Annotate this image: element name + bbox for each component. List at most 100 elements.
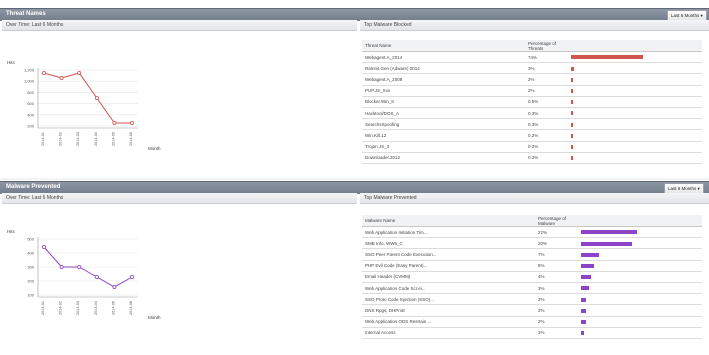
table-subtitle: Top Malware Blocked — [364, 22, 412, 28]
row-bar-cell — [578, 260, 702, 272]
percentage-bar — [581, 263, 594, 268]
row-name: Trojan.JS_3 — [362, 141, 525, 153]
percentage-bar — [571, 111, 573, 116]
table-row[interactable]: SearchsSpoofing 0.3% — [362, 118, 702, 131]
y-tick-label: 1,000 — [24, 79, 35, 84]
row-bar-cell — [578, 248, 702, 261]
x-tick-label: 2014-04 — [94, 132, 98, 146]
percentage-bar — [571, 88, 573, 93]
row-percentage: 0.2% — [525, 129, 568, 142]
table-row[interactable]: Web Application Initiation Tim... 22% — [362, 226, 702, 239]
col-header-bar — [578, 215, 702, 227]
threat-names-panel: Threat Names Last 6 Months ▾ Over Time: … — [0, 8, 709, 178]
x-tick-label: 2014-06 — [129, 132, 133, 146]
table-subtitle: Top Malware Prevented — [364, 195, 417, 201]
col-header-name: Threat Name — [362, 40, 525, 52]
data-point — [112, 121, 117, 126]
row-name: Win.Kill.12 — [362, 129, 525, 142]
data-point — [42, 244, 47, 249]
data-point — [94, 96, 99, 101]
percentage-bar — [571, 144, 573, 149]
panel-divider — [0, 178, 709, 180]
row-percentage: 2% — [535, 316, 578, 328]
row-name: SMB Info, WW6_C — [362, 237, 535, 250]
table-row[interactable]: Trojan.JS_3 0.2% — [362, 141, 702, 153]
data-point — [77, 70, 82, 75]
table-row[interactable]: Web Application ODS Restrain ... 2% — [362, 316, 702, 328]
table-row[interactable]: Webagent.A_2008 2% — [362, 73, 702, 86]
chart-subtitle: Over Time: Last 6 Months — [6, 195, 64, 201]
table-row[interactable]: SSO Proto Code Injection (SSO)... 2% — [362, 293, 702, 306]
percentage-bar — [571, 156, 573, 161]
table-row[interactable]: SSO Peer Parent Code Execution... 7% — [362, 248, 702, 261]
table-row[interactable]: Win.Kill.12 0.2% — [362, 129, 702, 142]
y-tick-label: 300 — [27, 265, 34, 270]
row-bar-cell — [568, 141, 702, 153]
percentage-bar — [581, 331, 584, 336]
row-bar-cell — [568, 51, 702, 64]
percentage-bar — [581, 241, 632, 246]
row-percentage: 2% — [525, 85, 568, 97]
row-percentage: 1% — [535, 327, 578, 339]
y-tick-label: 200 — [27, 124, 34, 129]
row-percentage: 0.5% — [525, 96, 568, 108]
table-row[interactable]: SMB Info, WW6_C 20% — [362, 237, 702, 250]
row-bar-cell — [568, 73, 702, 86]
percentage-bar — [571, 55, 643, 60]
series-line — [43, 72, 132, 124]
percentage-bar — [581, 286, 589, 291]
row-percentage: 0.2% — [525, 152, 568, 164]
row-percentage: 5% — [535, 260, 578, 272]
malware-line-chart: Hits 500 400 300 200 100 2014-01 2014-02 2014-03… — [7, 229, 161, 320]
table-row[interactable]: PHP Evil Code (Easy Parent)... 5% — [362, 260, 702, 272]
y-tick-label: 500 — [27, 237, 34, 242]
col-header-bar — [568, 40, 702, 52]
row-name: SearchsSpoofing — [362, 118, 525, 131]
table-row[interactable]: PUP.JS_Xxx 2% — [362, 85, 702, 97]
row-bar-cell — [578, 237, 702, 250]
row-name: Web Application ODS Restrain ... — [362, 316, 535, 328]
table-row[interactable]: Internal Access 1% — [362, 327, 702, 339]
threat-table: Threat Name Percentage of Threats Webage… — [362, 40, 702, 164]
table-row[interactable]: Blocker.Win_8 0.5% — [362, 96, 702, 108]
malware-table: Malware Name Percentage of Malware Web A… — [362, 215, 702, 339]
row-name: DNS Rpgs, DHPrxE — [362, 304, 535, 317]
row-percentage: 0.3% — [525, 118, 568, 131]
row-bar-cell — [568, 107, 702, 120]
row-name: PUP.JS_Xxx — [362, 85, 525, 97]
row-bar-cell — [578, 304, 702, 317]
table-row[interactable]: Web Application Code Scr.ei... 3% — [362, 282, 702, 295]
malware-prevented-panel: Malware Prevented Last 6 Months ▾ Over T… — [0, 181, 709, 355]
y-unit-label: Hits — [7, 229, 15, 234]
row-percentage: 7% — [535, 248, 578, 261]
x-tick-label: 2014-05 — [111, 301, 115, 315]
panel-title: Threat Names — [6, 11, 46, 17]
table-row[interactable]: Email Header (CVMM) 4% — [362, 271, 702, 283]
table-row[interactable]: Downloader.2012 0.2% — [362, 152, 702, 164]
y-unit-label: Hits — [7, 60, 15, 65]
table-row[interactable]: Webagent.A_2014 74% — [362, 51, 702, 64]
row-name: Web Application Code Scr.ei... — [362, 282, 535, 295]
percentage-bar — [581, 308, 587, 313]
data-point — [130, 275, 135, 280]
dropdown-label: Last 6 Months — [668, 186, 697, 191]
row-bar-cell — [578, 226, 702, 239]
table-row[interactable]: Hacktool/DOS_A 0.3% — [362, 107, 702, 120]
x-tick-label: 2014-02 — [59, 301, 63, 315]
chart-subheader: Over Time: Last 6 Months — [2, 193, 357, 204]
table-header-row: Malware Name Percentage of Malware — [362, 215, 702, 227]
chevron-down-icon: ▾ — [700, 13, 703, 18]
percentage-bar — [581, 319, 587, 324]
percentage-bar — [571, 66, 574, 71]
row-percentage: 22% — [535, 226, 578, 239]
data-point — [59, 265, 64, 270]
row-bar-cell — [578, 327, 702, 339]
threat-line-chart: Hits 1,200 1,000 800 600 400 200 2014-01 2014-02… — [7, 60, 161, 151]
table-row[interactable]: Ramnit.Gen (Adware) 2014 3% — [362, 62, 702, 75]
x-tick-label: 2014-04 — [94, 301, 98, 315]
chart-subtitle: Over Time: Last 6 Months — [6, 22, 64, 28]
table-row[interactable]: DNS Rpgs, DHPrxE 2% — [362, 304, 702, 317]
row-bar-cell — [568, 62, 702, 75]
x-tick-label: 2014-01 — [41, 301, 45, 315]
x-axis-label: Month — [148, 315, 161, 320]
